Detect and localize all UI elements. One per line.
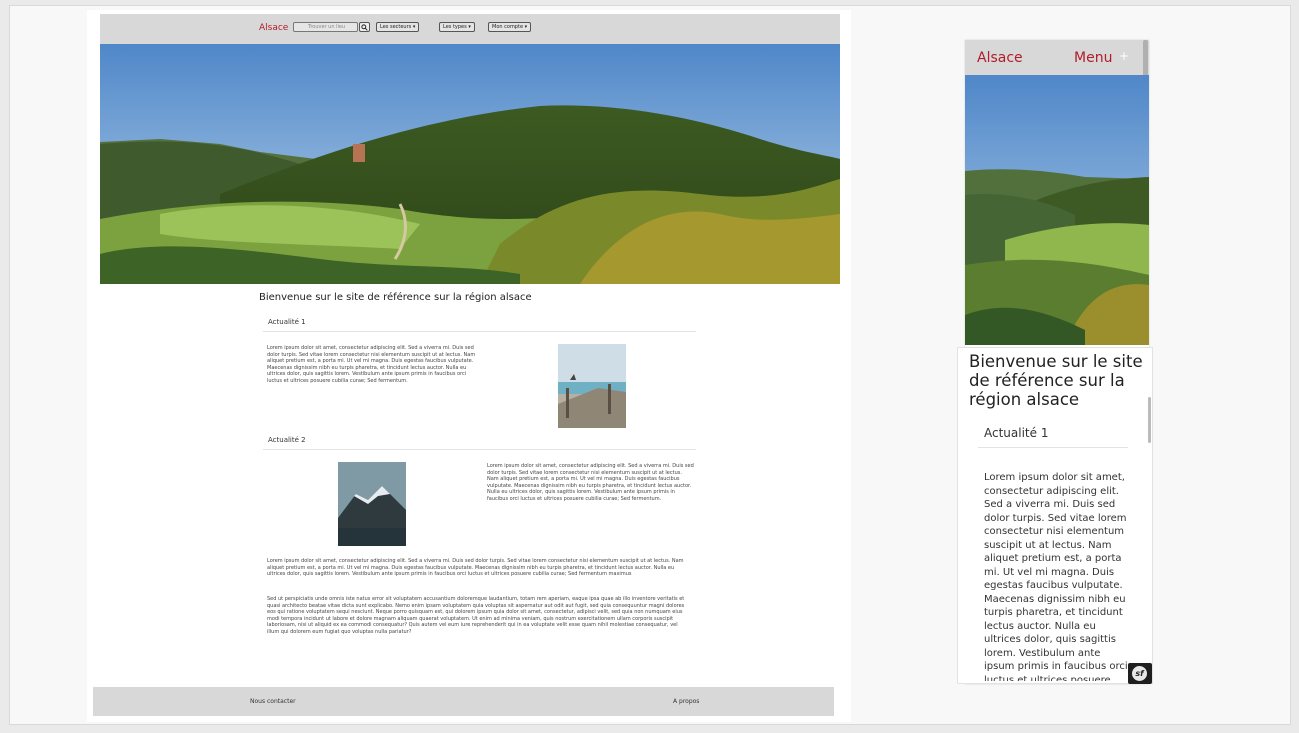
symfony-logo-icon: sf	[1132, 666, 1147, 681]
desktop-welcome-title: Bienvenue sur le site de référence sur l…	[259, 292, 532, 303]
dropdown-secteurs[interactable]: Les secteurs	[376, 22, 420, 32]
dropdown-types[interactable]: Les types	[439, 22, 475, 32]
desktop-search-input[interactable]: Trouver un lieu	[293, 22, 358, 32]
mobile-content-panel: Bienvenue sur le site de référence sur l…	[957, 347, 1153, 684]
mobile-news-1-divider	[978, 447, 1128, 448]
desktop-footer: Nous contacter A propos	[93, 687, 834, 716]
desktop-search-button[interactable]	[359, 22, 370, 32]
news-1-text: Lorem ipsum dolor sit amet, consectetur …	[267, 345, 476, 384]
mobile-news-1-text: Lorem ipsum dolor sit amet, consectetur …	[984, 472, 1128, 681]
mobile-content-scrollbar[interactable]	[1148, 397, 1151, 443]
desktop-hero-image	[100, 44, 840, 284]
footer-about-link[interactable]: A propos	[673, 698, 699, 705]
mobile-news-1-heading: Actualité 1	[984, 426, 1049, 440]
body-paragraph-2: Sed ut perspiciatis unde omnis iste natu…	[267, 596, 685, 635]
mobile-welcome-title: Bienvenue sur le site de référence sur l…	[969, 352, 1143, 409]
body-paragraph-1: Lorem ipsum dolor sit amet, consectetur …	[267, 558, 684, 578]
dropdown-mon-compte[interactable]: Mon compte	[488, 22, 532, 32]
mobile-menu-toggle[interactable]: Menu	[1074, 50, 1112, 66]
desktop-brand-link[interactable]: Alsace	[259, 23, 288, 33]
news-2-text: Lorem ipsum dolor sit amet, consectetur …	[487, 463, 694, 502]
search-icon	[361, 24, 368, 31]
news-1-divider	[263, 331, 696, 332]
desktop-mockup: Alsace Trouver un lieu Les secteurs Les …	[87, 10, 851, 722]
plus-icon[interactable]: +	[1119, 49, 1129, 63]
news-2-divider	[263, 449, 696, 450]
news-1-image	[558, 344, 626, 428]
mobile-brand-link[interactable]: Alsace	[977, 50, 1023, 66]
mobile-navbar: Alsace Menu +	[965, 40, 1149, 75]
news-1-heading: Actualité 1	[268, 318, 306, 326]
mobile-hero-image	[965, 75, 1149, 345]
symfony-toolbar-button[interactable]: sf	[1128, 663, 1152, 684]
mobile-mockup: Alsace Menu + Bienvenue sur le site de r…	[957, 40, 1153, 684]
desktop-navbar: Alsace Trouver un lieu Les secteurs Les …	[100, 14, 840, 44]
news-2-image	[338, 462, 406, 546]
footer-contact-link[interactable]: Nous contacter	[250, 698, 296, 705]
news-2-heading: Actualité 2	[268, 436, 306, 444]
